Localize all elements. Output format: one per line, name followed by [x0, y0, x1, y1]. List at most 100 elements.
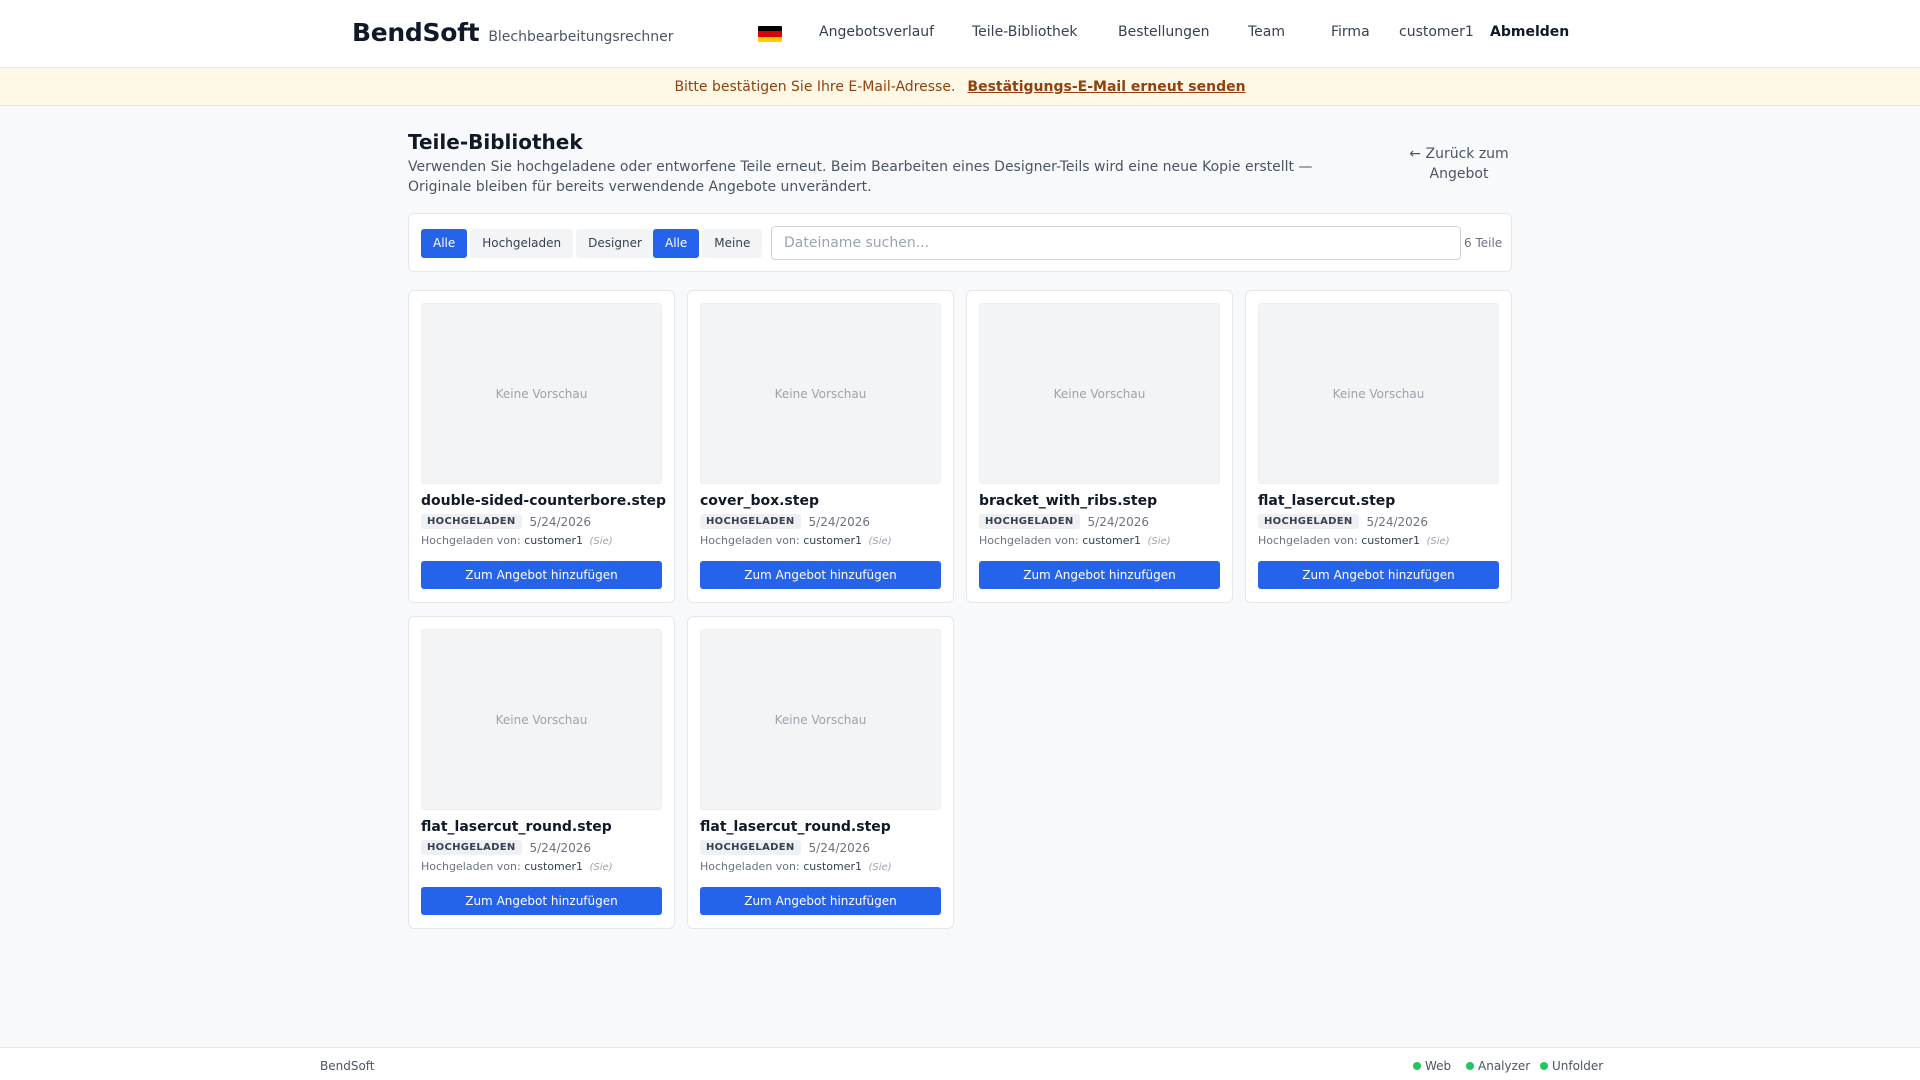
uploader-name: customer1: [524, 860, 584, 873]
filter-toolbar: Alle Hochgeladen Designer Alle Meine 6 T…: [408, 213, 1512, 272]
add-to-quote-button[interactable]: Zum Angebot hinzufügen: [421, 561, 662, 589]
filter-type-designer[interactable]: Designer: [576, 229, 654, 258]
add-to-quote-button[interactable]: Zum Angebot hinzufügen: [700, 887, 941, 915]
part-date: 5/24/2026: [529, 514, 592, 529]
page-title: Teile-Bibliothek: [408, 130, 583, 154]
uploaded-by-label: Hochgeladen von:: [700, 860, 800, 873]
nav-parts-library[interactable]: Teile-Bibliothek: [972, 24, 1078, 40]
add-to-quote-button[interactable]: Zum Angebot hinzufügen: [421, 887, 662, 915]
uploader-you-tag: (Sie): [1147, 536, 1171, 547]
source-badge: HOCHGELADEN: [700, 514, 801, 529]
part-date: 5/24/2026: [1087, 514, 1150, 529]
top-navigation-bar: BendSoft Blechbearbeitungsrechner Angebo…: [0, 0, 1920, 68]
add-to-quote-button[interactable]: Zum Angebot hinzufügen: [1258, 561, 1499, 589]
part-date: 5/24/2026: [808, 840, 871, 855]
uploaded-by-label: Hochgeladen von:: [421, 860, 521, 873]
uploaded-by-label: Hochgeladen von:: [421, 534, 521, 547]
part-filename: flat_lasercut_round.step: [700, 819, 891, 835]
source-badge: HOCHGELADEN: [421, 840, 522, 855]
part-uploader: Hochgeladen von: customer1 (Sie): [421, 534, 613, 547]
uploader-name: customer1: [803, 860, 863, 873]
uploader-name: customer1: [1082, 534, 1142, 547]
resend-verification-link[interactable]: Bestätigungs-E-Mail erneut senden: [967, 79, 1245, 95]
part-preview: Keine Vorschau: [700, 629, 941, 810]
uploader-you-tag: (Sie): [868, 536, 892, 547]
part-preview: Keine Vorschau: [700, 303, 941, 484]
filter-owner-mine[interactable]: Meine: [702, 229, 763, 258]
part-meta: HOCHGELADEN 5/24/2026: [700, 840, 870, 855]
add-to-quote-button[interactable]: Zum Angebot hinzufügen: [700, 561, 941, 589]
uploader-name: customer1: [803, 534, 863, 547]
part-filename: flat_lasercut.step: [1258, 493, 1396, 509]
source-badge: HOCHGELADEN: [421, 514, 522, 529]
de-flag-icon[interactable]: [758, 26, 782, 42]
status-unfolder: Unfolder: [1540, 1059, 1603, 1073]
status-web: Web: [1413, 1059, 1451, 1073]
owner-filter-group: Alle Meine: [653, 229, 763, 258]
page-description: Verwenden Sie hochgeladene oder entworfe…: [408, 159, 1313, 195]
part-preview: Keine Vorschau: [421, 629, 662, 810]
parts-count: 6 Teile: [1464, 236, 1503, 250]
part-filename: bracket_with_ribs.step: [979, 493, 1158, 509]
uploaded-by-label: Hochgeladen von:: [700, 534, 800, 547]
nav-team[interactable]: Team: [1248, 24, 1285, 40]
part-meta: HOCHGELADEN 5/24/2026: [421, 840, 591, 855]
status-dot-icon: [1413, 1062, 1421, 1070]
part-uploader: Hochgeladen von: customer1 (Sie): [1258, 534, 1450, 547]
add-to-quote-button[interactable]: Zum Angebot hinzufügen: [979, 561, 1220, 589]
status-label: Web: [1425, 1059, 1452, 1073]
part-date: 5/24/2026: [808, 514, 871, 529]
part-preview: Keine Vorschau: [979, 303, 1220, 484]
uploader-you-tag: (Sie): [868, 862, 892, 873]
status-analyzer: Analyzer: [1466, 1059, 1530, 1073]
filter-owner-all[interactable]: Alle: [653, 229, 700, 258]
status-label: Analyzer: [1478, 1059, 1531, 1073]
nav-orders[interactable]: Bestellungen: [1118, 24, 1210, 40]
status-dot-icon: [1540, 1062, 1548, 1070]
type-filter-group: Alle Hochgeladen Designer: [421, 229, 654, 258]
status-dot-icon: [1466, 1062, 1474, 1070]
filter-type-uploaded[interactable]: Hochgeladen: [470, 229, 574, 258]
uploaded-by-label: Hochgeladen von:: [1258, 534, 1358, 547]
uploaded-by-label: Hochgeladen von:: [979, 534, 1079, 547]
source-badge: HOCHGELADEN: [1258, 514, 1359, 529]
filename-search-input[interactable]: [771, 226, 1461, 260]
source-badge: HOCHGELADEN: [700, 840, 801, 855]
uploader-you-tag: (Sie): [589, 536, 613, 547]
back-to-quote-link[interactable]: ← Zurück zum Angebot: [1404, 144, 1514, 184]
part-meta: HOCHGELADEN 5/24/2026: [1258, 514, 1428, 529]
uploader-you-tag: (Sie): [589, 862, 613, 873]
nav-quote-history[interactable]: Angebotsverlauf: [819, 24, 934, 40]
part-filename: cover_box.step: [700, 493, 819, 509]
part-meta: HOCHGELADEN 5/24/2026: [700, 514, 870, 529]
banner-text: Bitte bestätigen Sie Ihre E-Mail-Adresse…: [674, 78, 956, 95]
uploader-name: customer1: [1361, 534, 1421, 547]
part-card: Keine Vorschau flat_lasercut_round.step …: [687, 616, 954, 929]
nav-user[interactable]: customer1: [1399, 24, 1474, 40]
part-card: Keine Vorschau cover_box.step HOCHGELADE…: [687, 290, 954, 603]
part-date: 5/24/2026: [529, 840, 592, 855]
part-uploader: Hochgeladen von: customer1 (Sie): [700, 534, 892, 547]
part-filename: double-sided-counterbore.step: [421, 493, 667, 509]
part-filename: flat_lasercut_round.step: [421, 819, 612, 835]
part-card: Keine Vorschau flat_lasercut_round.step …: [408, 616, 675, 929]
part-date: 5/24/2026: [1366, 514, 1429, 529]
status-label: Unfolder: [1552, 1059, 1604, 1073]
part-card: Keine Vorschau flat_lasercut.step HOCHGE…: [1245, 290, 1512, 603]
filter-type-all[interactable]: Alle: [421, 229, 468, 258]
part-preview: Keine Vorschau: [1258, 303, 1499, 484]
part-uploader: Hochgeladen von: customer1 (Sie): [979, 534, 1171, 547]
footer: BendSoft Web Analyzer Unfolder: [0, 1047, 1920, 1080]
logout-link[interactable]: Abmelden: [1490, 24, 1569, 40]
part-preview: Keine Vorschau: [421, 303, 662, 484]
part-card: Keine Vorschau double-sided-counterbore.…: [408, 290, 675, 603]
part-uploader: Hochgeladen von: customer1 (Sie): [421, 860, 613, 873]
nav-company[interactable]: Firma: [1331, 24, 1370, 40]
part-meta: HOCHGELADEN 5/24/2026: [979, 514, 1149, 529]
uploader-you-tag: (Sie): [1426, 536, 1450, 547]
main-nav: Angebotsverlauf Teile-Bibliothek Bestell…: [0, 0, 1920, 68]
part-uploader: Hochgeladen von: customer1 (Sie): [700, 860, 892, 873]
uploader-name: customer1: [524, 534, 584, 547]
part-card: Keine Vorschau bracket_with_ribs.step HO…: [966, 290, 1233, 603]
email-verification-banner: Bitte bestätigen Sie Ihre E-Mail-Adresse…: [0, 68, 1920, 106]
